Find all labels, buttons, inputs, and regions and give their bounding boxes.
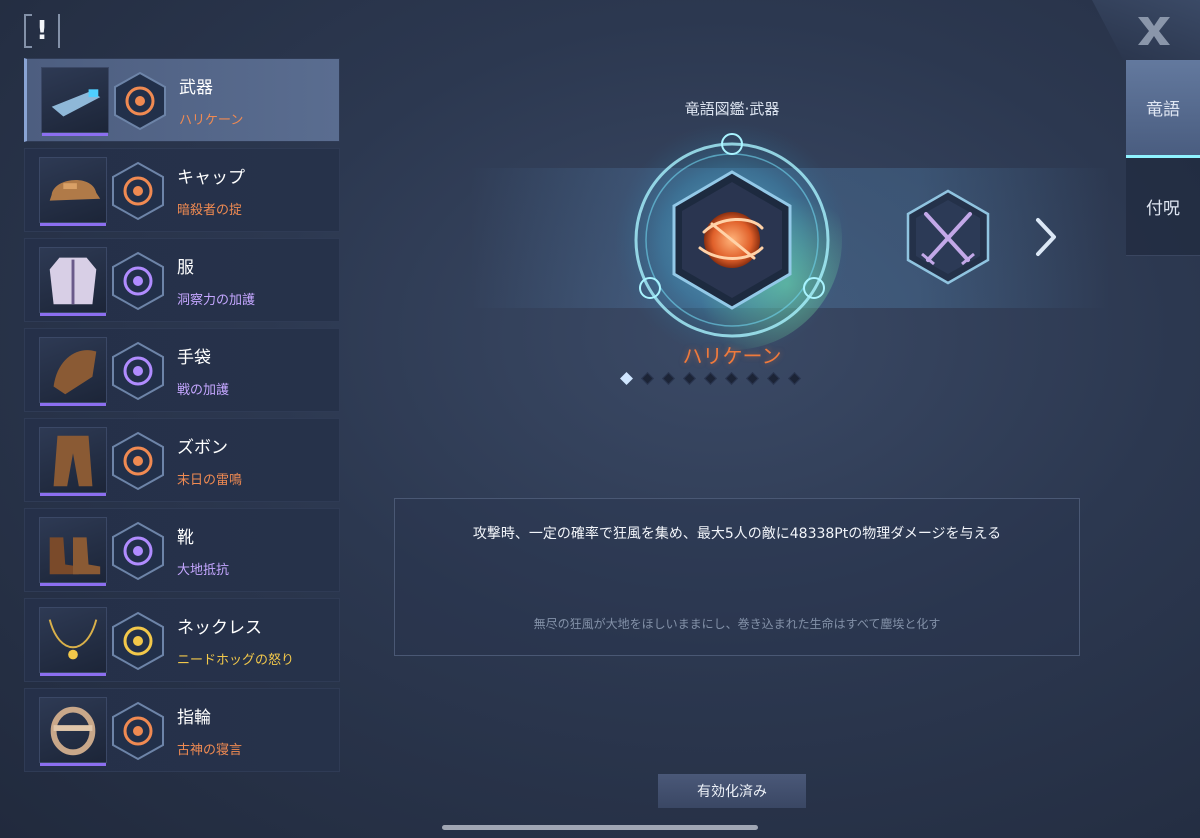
slot-label: 指輪: [177, 708, 211, 728]
rune-name: 古神の寝言: [177, 743, 243, 758]
description-panel: 攻撃時、一定の確率で狂風を集め、最大5人の敵に48338Ptの物理ダメージを与え…: [394, 498, 1080, 656]
rune-icon: [112, 521, 164, 581]
slot-label: 手袋: [177, 348, 211, 368]
flavor-text: 無尽の狂風が大地をほしいままにし、巻き込まれた生命はすべて塵埃と化す: [533, 617, 941, 631]
gun-icon: [41, 67, 109, 136]
jacket-icon: [39, 247, 107, 316]
rune-icon: [112, 341, 164, 401]
pants-icon: [39, 427, 107, 496]
slot-label: ズボン: [177, 438, 228, 458]
slot-label: ネックレス: [177, 618, 262, 638]
rune-name: 末日の雷鳴: [177, 473, 243, 488]
alert-icon: !: [36, 16, 48, 46]
slot-label: 武器: [179, 78, 213, 98]
rune-name: 大地抵抗: [177, 563, 230, 578]
alert-button[interactable]: !: [24, 14, 60, 48]
rune-name: 戦の加護: [177, 383, 230, 398]
effect-description: 攻撃時、一定の確率で狂風を集め、最大5人の敵に48338Ptの物理ダメージを与え…: [472, 526, 1002, 542]
detail-title: 竜語図鑑·武器: [684, 100, 780, 118]
tab-label: 付呪: [1146, 199, 1180, 219]
equipment-item[interactable]: 靴大地抵抗: [24, 508, 340, 592]
equipment-item[interactable]: ネックレスニードホッグの怒り: [24, 598, 340, 682]
activated-button[interactable]: 有効化済み: [658, 774, 806, 808]
tab-dragon-words[interactable]: 竜語: [1126, 60, 1200, 158]
equipment-item[interactable]: キャップ 暗殺者の掟: [24, 148, 340, 232]
crossed-swords-icon[interactable]: [904, 188, 992, 286]
page-dot[interactable]: [725, 372, 738, 385]
equipment-item[interactable]: 武器 ハリケーン: [24, 58, 340, 142]
rune-icon: [112, 611, 164, 671]
page-dot[interactable]: [641, 372, 654, 385]
rune-icon: [112, 701, 164, 761]
tab-bar: 竜語 付呪: [1126, 60, 1200, 256]
rune-name: 暗殺者の掟: [177, 203, 243, 218]
slot-label: キャップ: [177, 168, 245, 188]
close-button[interactable]: [1092, 0, 1200, 62]
page-dot[interactable]: [767, 372, 780, 385]
hurricane-emblem-icon: [614, 122, 850, 358]
page-dot[interactable]: [746, 372, 759, 385]
page-dot[interactable]: [788, 372, 801, 385]
page-indicator: [620, 372, 801, 385]
rune-icon: [112, 251, 164, 311]
rune-icon: [112, 161, 164, 221]
rune-icon: [112, 431, 164, 491]
activated-label: 有効化済み: [697, 784, 767, 800]
rune-name: 洞察力の加護: [177, 293, 256, 308]
chevron-right-icon[interactable]: [1030, 214, 1060, 260]
page-dot[interactable]: [662, 372, 675, 385]
equipment-item[interactable]: ズボン 末日の雷鳴: [24, 418, 340, 502]
glove-icon: [39, 337, 107, 406]
page-dot[interactable]: [704, 372, 717, 385]
necklace-icon: [39, 607, 107, 676]
tab-label: 竜語: [1146, 100, 1180, 120]
rune-icon: [114, 71, 166, 131]
ring-icon: [39, 697, 107, 766]
tab-enchant[interactable]: 付呪: [1126, 158, 1200, 256]
equipment-item[interactable]: 服洞察力の加護: [24, 238, 340, 322]
home-indicator: [442, 825, 758, 830]
slot-label: 服: [177, 258, 194, 278]
equipment-item[interactable]: 指輪 古神の寝言: [24, 688, 340, 772]
page-dot[interactable]: [683, 372, 696, 385]
equipment-list: 武器ハリケーンキャップ暗殺者の掟服洞察力の加護手袋戦の加護ズボン末日の雷鳴靴大地…: [24, 58, 340, 778]
close-icon: [1138, 17, 1170, 45]
rune-name: ニードホッグの怒り: [177, 653, 295, 668]
equipment-item[interactable]: 手袋 戦の加護: [24, 328, 340, 412]
cap-icon: [39, 157, 107, 226]
weapon-title: ハリケーン: [682, 344, 782, 368]
page-dot[interactable]: [620, 372, 633, 385]
slot-label: 靴: [177, 528, 194, 548]
boots-icon: [39, 517, 107, 586]
rune-name: ハリケーン: [179, 113, 244, 128]
